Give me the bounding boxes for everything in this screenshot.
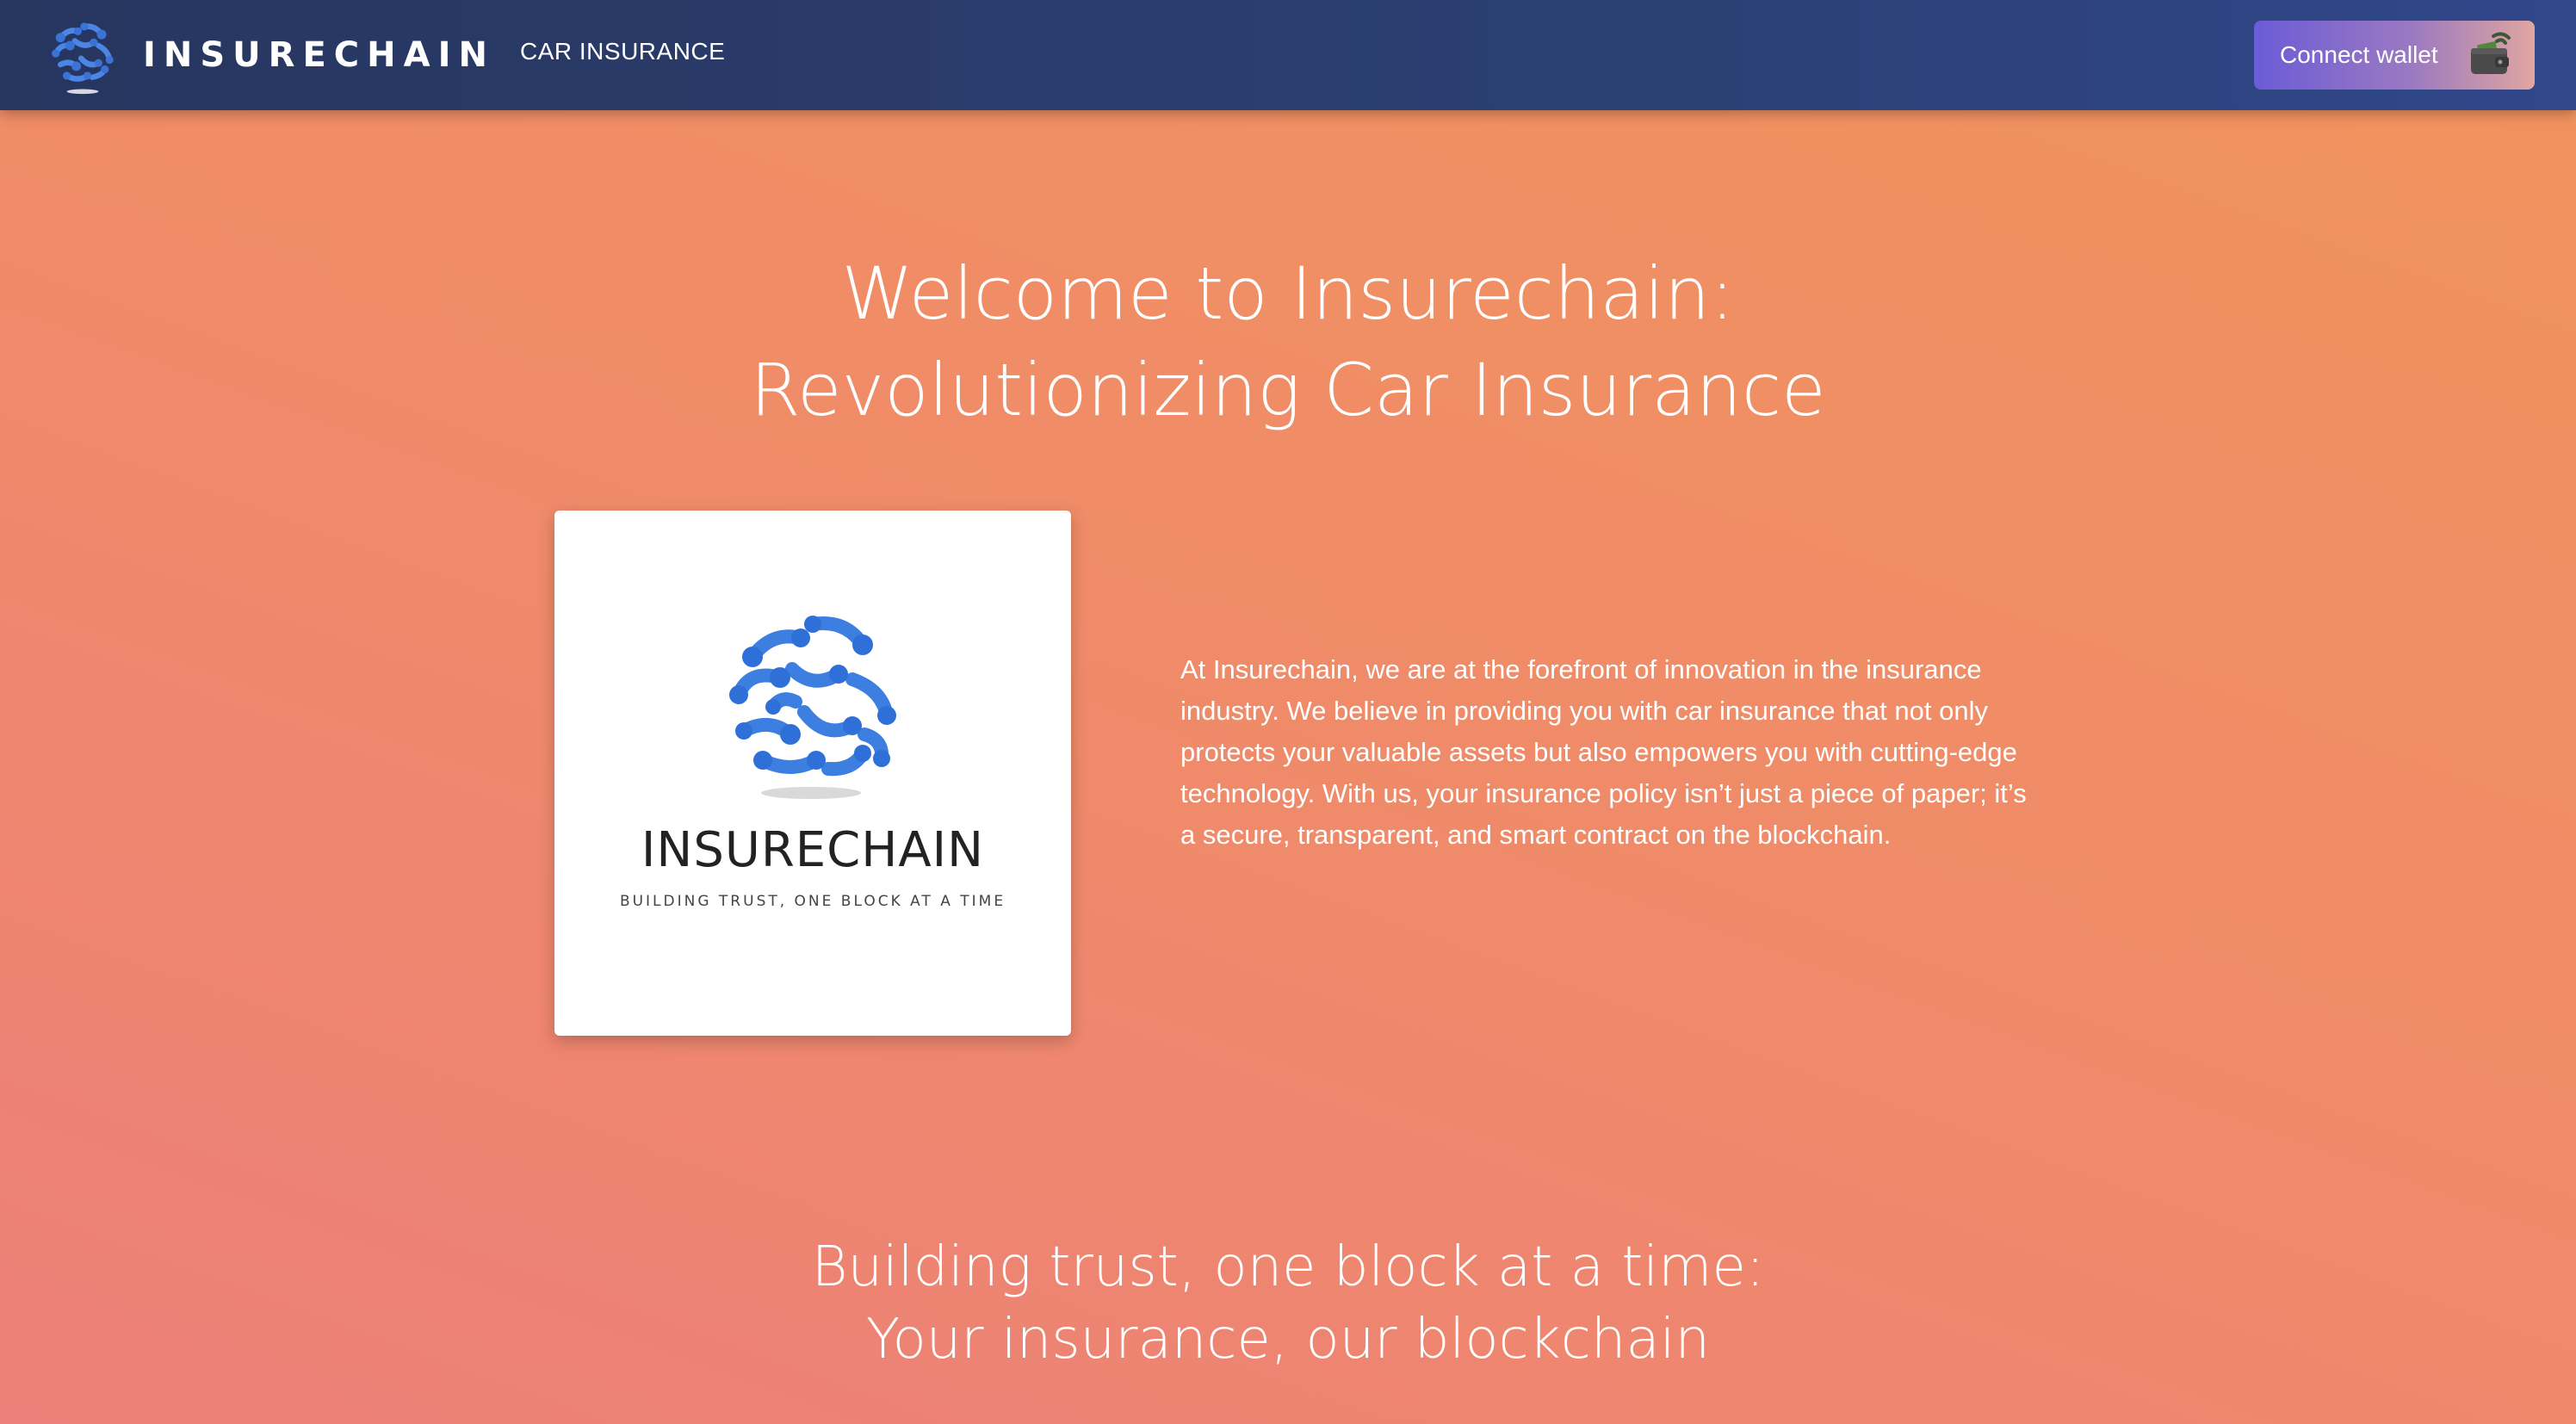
- globe-network-icon: [729, 616, 896, 799]
- hero-title-line-1: Welcome to Insurechain:: [841, 251, 1735, 336]
- wallet-icon: [2471, 32, 2511, 74]
- hero-title: Welcome to Insurechain: Revolutionizing …: [0, 245, 2576, 438]
- tagline-line-2: Your insurance, our blockchain: [865, 1308, 1711, 1371]
- hero-title-line-2: Revolutionizing Car Insurance: [750, 348, 1826, 432]
- tagline-heading: Building trust, one block at a time: You…: [0, 1231, 2576, 1376]
- card-brand-name: INSURECHAIN: [641, 822, 985, 878]
- brand-name: INSURECHAIN: [143, 35, 495, 75]
- connect-wallet-button[interactable]: Connect wallet: [2254, 21, 2535, 90]
- nav-link-car-insurance[interactable]: CAR INSURANCE: [520, 38, 725, 65]
- card-tagline: BUILDING TRUST, ONE BLOCK AT A TIME: [619, 893, 1006, 910]
- connect-wallet-label: Connect wallet: [2280, 41, 2438, 68]
- navbar: INSURECHAIN CAR INSURANCE Connect wallet: [0, 0, 2576, 110]
- tagline-line-1: Building trust, one block at a time:: [811, 1235, 1765, 1299]
- brand[interactable]: INSURECHAIN: [43, 14, 495, 96]
- about-paragraph: At Insurechain, we are at the forefront …: [1180, 654, 2027, 850]
- globe-network-icon: [52, 22, 114, 95]
- logo-card: INSURECHAIN BUILDING TRUST, ONE BLOCK AT…: [554, 511, 1071, 1036]
